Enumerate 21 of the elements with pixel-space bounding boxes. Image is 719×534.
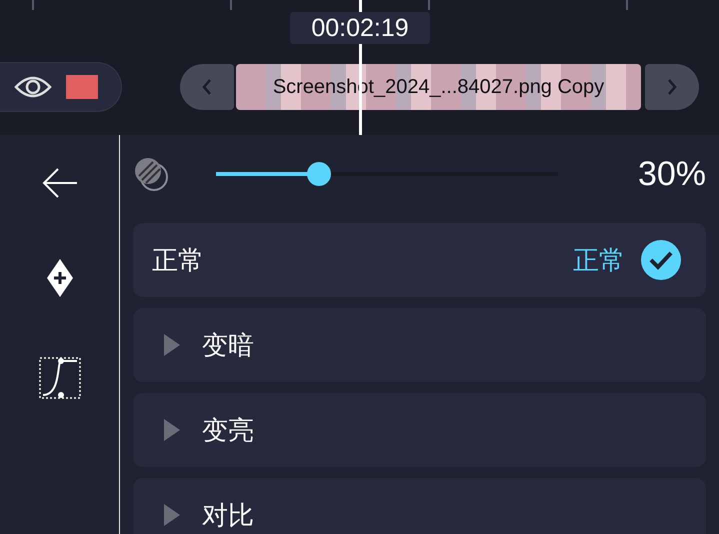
blend-mode-group[interactable]: 对比	[133, 478, 706, 534]
blend-mode-label: 变亮	[202, 414, 254, 448]
blend-mode-group[interactable]: 变暗	[133, 308, 706, 382]
playhead-time: 00:02:19	[290, 12, 430, 44]
opacity-value: 30%	[638, 154, 706, 194]
blend-mode-label: 正常	[152, 244, 204, 278]
clip-thumbnail	[66, 75, 98, 99]
blend-mode-label: 变暗	[202, 330, 254, 362]
keyframe-add-icon[interactable]	[46, 259, 72, 297]
blend-mode-item[interactable]: 正常 正常	[133, 223, 706, 297]
blend-mode-value: 正常	[573, 244, 625, 278]
blend-mode-group[interactable]: 变亮	[133, 393, 706, 467]
eye-icon[interactable]	[14, 75, 52, 99]
clip-name: Screenshot_2024_...84027.png Copy	[272, 76, 604, 98]
clip-strip[interactable]: Screenshot_2024_...84027.png Copy	[236, 64, 641, 110]
back-arrow-icon[interactable]	[40, 167, 78, 199]
curve-icon[interactable]	[38, 357, 80, 399]
opacity-icon	[133, 156, 169, 192]
chevron-right-icon	[667, 78, 677, 96]
chevron-left-icon	[202, 78, 212, 96]
blend-mode-label: 对比	[202, 500, 254, 532]
